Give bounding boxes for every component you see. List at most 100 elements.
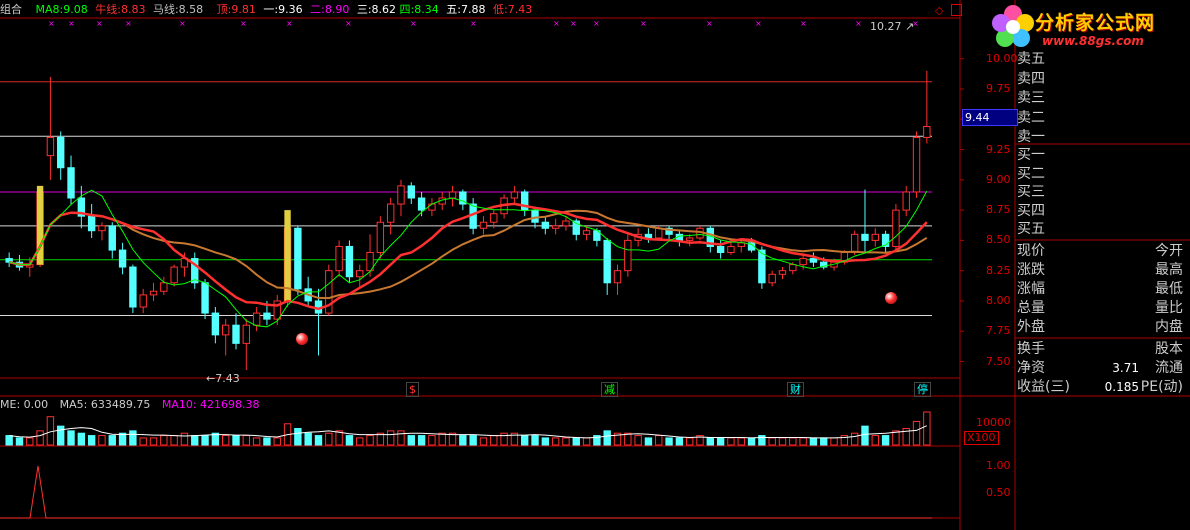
- stat-label: 涨幅: [1017, 281, 1045, 297]
- two-value: 8.90: [324, 3, 350, 16]
- top-x-mark: ×: [410, 19, 417, 28]
- sell-level-3: 卖三: [1017, 90, 1045, 106]
- candle-body: [861, 233, 869, 241]
- volume-bar: [294, 428, 302, 446]
- candle-body: [118, 249, 127, 268]
- volume-bar: [799, 437, 807, 446]
- lower-axis-1: 1.00: [986, 459, 1011, 472]
- volume-bar: [737, 437, 745, 446]
- candle-body: [417, 197, 426, 211]
- candle-body: [67, 167, 75, 199]
- volume-bar: [768, 437, 776, 446]
- top-x-mark: ×: [345, 19, 352, 28]
- stat-value: 3.71: [1112, 361, 1139, 375]
- volume-bar: [881, 435, 890, 446]
- candle-body: [716, 245, 725, 254]
- price-axis-label: 8.75: [986, 203, 1011, 217]
- two-label: 二:: [310, 3, 325, 16]
- event-mark-finance[interactable]: 财: [787, 382, 804, 397]
- volume-bar: [830, 437, 838, 446]
- volume-bar: [521, 435, 529, 446]
- candle-body: [170, 266, 178, 284]
- candle-body: [871, 233, 879, 241]
- stat-label: 收益(三): [1017, 379, 1070, 395]
- lower-signal-line: [0, 465, 932, 519]
- volume-bar: [706, 437, 715, 446]
- volume-bar: [201, 435, 209, 446]
- candle-body: [551, 225, 560, 229]
- volume-bar: [252, 437, 261, 446]
- ma-label: 马线:: [152, 3, 179, 16]
- candle-body: [541, 221, 550, 229]
- volume-bar: [871, 435, 879, 446]
- top-x-mark: ×: [96, 19, 103, 28]
- fund-row: 收益(三) 0.185 PE(动): [1017, 378, 1187, 396]
- top-x-mark: ×: [48, 19, 55, 28]
- volume-bar: [541, 437, 550, 446]
- stat-label-right: 今开: [1155, 243, 1183, 259]
- buy-level-2: 买二: [1017, 165, 1045, 182]
- volume-bar: [87, 435, 96, 446]
- volume-bar: [820, 437, 828, 446]
- price-axis-label: 8.50: [986, 233, 1011, 247]
- volume-bar: [57, 425, 65, 446]
- event-mark-dividend[interactable]: $: [406, 382, 419, 397]
- top-x-mark: ×: [125, 19, 132, 28]
- volume-header: ME: 0.00 MA5: 633489.75 MA10: 421698.38: [0, 398, 260, 412]
- candle-body: [510, 191, 519, 199]
- stat-value: 0.185: [1104, 380, 1139, 394]
- volume-bar: [850, 432, 859, 446]
- volume-bar: [665, 437, 673, 446]
- event-mark-halt[interactable]: 停: [914, 382, 931, 397]
- quote-row: 涨跌 最高: [1017, 261, 1187, 279]
- stat-label-right: PE(动): [1140, 379, 1183, 395]
- volume-bar: [36, 430, 44, 446]
- diamond-icon[interactable]: ◇: [935, 4, 943, 17]
- lower-axis-05: 0.50: [986, 486, 1011, 499]
- stat-label-right: 流通: [1155, 360, 1183, 376]
- candle-body: [479, 221, 488, 229]
- volume-bar: [459, 435, 467, 446]
- top-x-mark: ×: [593, 19, 600, 28]
- volume-bar: [304, 432, 312, 446]
- stat-label-right: 最高: [1155, 262, 1183, 278]
- volume-bar: [191, 435, 199, 446]
- volume-bar: [562, 437, 570, 446]
- site-logo: 分析家公式网 www.88gs.com: [990, 2, 1190, 52]
- event-mark-reduce[interactable]: 减: [601, 382, 618, 397]
- five-value: 7.88: [460, 3, 486, 16]
- signal-ball-icon: [885, 292, 897, 304]
- candle-body: [562, 220, 570, 227]
- volume-bar: [758, 435, 766, 446]
- window-toggle-button[interactable]: [951, 4, 962, 16]
- candle-body: [57, 136, 65, 169]
- volume-bar: [46, 416, 55, 446]
- lower-indicator: [0, 465, 932, 519]
- volume-bar: [15, 437, 24, 446]
- volume-bar: [500, 432, 508, 446]
- stat-label: 涨跌: [1017, 262, 1045, 278]
- volume-bar: [624, 432, 632, 446]
- logo-title: 分析家公式网: [1035, 12, 1156, 34]
- candle-body: [923, 126, 931, 138]
- top-x-mark: ×: [800, 19, 807, 28]
- volume-bar: [685, 437, 694, 446]
- volume-bar: [242, 435, 251, 446]
- candle-body: [335, 245, 343, 272]
- indicator-title: 组合: [0, 3, 22, 16]
- volume-bar: [438, 432, 446, 446]
- price-axis-label: 7.50: [986, 354, 1011, 368]
- volume-bar: [263, 437, 271, 446]
- candle-body: [221, 324, 230, 336]
- top-x-mark: ×: [553, 19, 560, 28]
- candle-body: [149, 290, 158, 296]
- candle-body: [87, 215, 96, 232]
- volume-bar: [912, 420, 921, 446]
- quote-row: 现价 今开: [1017, 242, 1187, 260]
- buy-level-1: 买一: [1017, 147, 1045, 163]
- volume-ma5-line: [9, 425, 928, 439]
- volume-bar: [789, 437, 797, 446]
- volume-bar: [479, 437, 488, 446]
- volume-bar: [778, 437, 787, 446]
- price-axis-label: 9.75: [986, 81, 1011, 95]
